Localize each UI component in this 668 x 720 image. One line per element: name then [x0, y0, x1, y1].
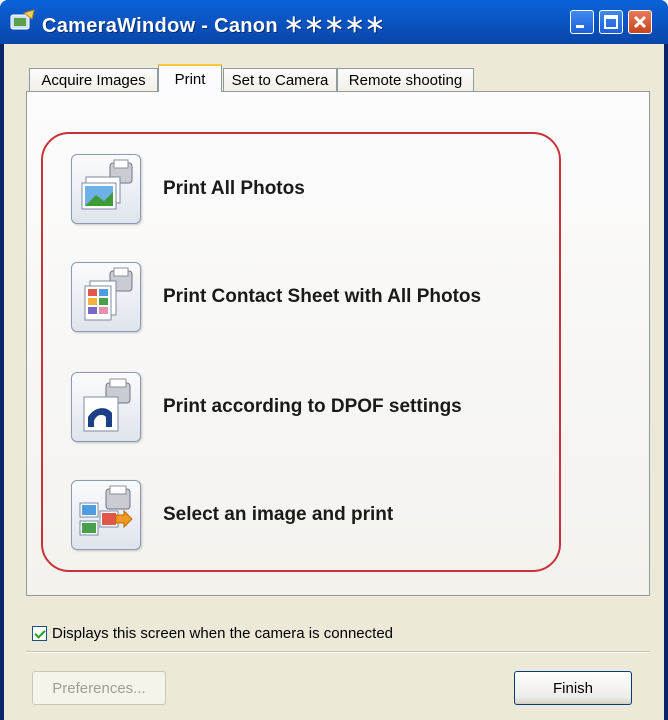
dpof-print-icon	[71, 372, 141, 442]
tab-label: Remote shooting	[348, 71, 463, 89]
tab-label: Set to Camera	[231, 71, 329, 89]
print-options-highlight: Print All Photos Print Contact Sheet wit…	[41, 132, 561, 572]
tab-set-to-camera[interactable]: Set to Camera	[223, 68, 337, 91]
maximize-button[interactable]	[599, 10, 623, 34]
minimize-icon	[576, 25, 584, 28]
close-button[interactable]	[628, 10, 652, 34]
action-label: Print according to DPOF settings	[163, 396, 462, 417]
button-label: Preferences...	[52, 679, 146, 697]
preferences-button[interactable]: Preferences...	[32, 671, 166, 705]
print-all-photos-button[interactable]: Print All Photos	[71, 154, 531, 226]
maximize-icon	[604, 15, 618, 29]
select-image-print-icon	[71, 480, 141, 550]
tab-label: Acquire Images	[41, 71, 146, 89]
footer-separator	[26, 651, 650, 653]
print-contact-sheet-button[interactable]: Print Contact Sheet with All Photos	[71, 262, 531, 334]
action-label: Print All Photos	[163, 178, 305, 199]
print-dpof-button[interactable]: Print according to DPOF settings	[71, 372, 531, 444]
show-on-connect-label: Displays this screen when the camera is …	[52, 625, 394, 642]
print-tab-panel: Print All Photos Print Contact Sheet wit…	[26, 91, 650, 596]
contact-sheet-icon	[71, 262, 141, 332]
action-label: Print Contact Sheet with All Photos	[163, 286, 482, 307]
finish-button[interactable]: Finish	[514, 671, 632, 705]
action-label: Select an image and print	[163, 504, 394, 525]
print-all-photos-icon	[71, 154, 141, 224]
button-label: Finish	[552, 679, 593, 697]
show-on-connect-checkbox[interactable]	[32, 626, 47, 641]
tab-label: Print	[174, 70, 206, 88]
window-title: CameraWindow - Canon ＊＊＊＊＊	[42, 15, 386, 37]
tab-acquire-images[interactable]: Acquire Images	[29, 68, 158, 91]
minimize-button[interactable]	[570, 10, 594, 34]
select-image-print-button[interactable]: Select an image and print	[71, 480, 531, 552]
close-icon	[633, 15, 647, 29]
window-client-area: Acquire Images Print Set to Camera Remot…	[4, 44, 664, 720]
tab-remote-shooting[interactable]: Remote shooting	[337, 68, 474, 91]
camerawindow-app-icon	[10, 9, 35, 30]
camera-window: CameraWindow - Canon ＊＊＊＊＊ Acquire Image…	[0, 0, 668, 720]
title-bar[interactable]: CameraWindow - Canon ＊＊＊＊＊	[0, 0, 668, 44]
show-on-connect-option[interactable]: Displays this screen when the camera is …	[32, 625, 393, 642]
tab-print[interactable]: Print	[158, 64, 222, 92]
